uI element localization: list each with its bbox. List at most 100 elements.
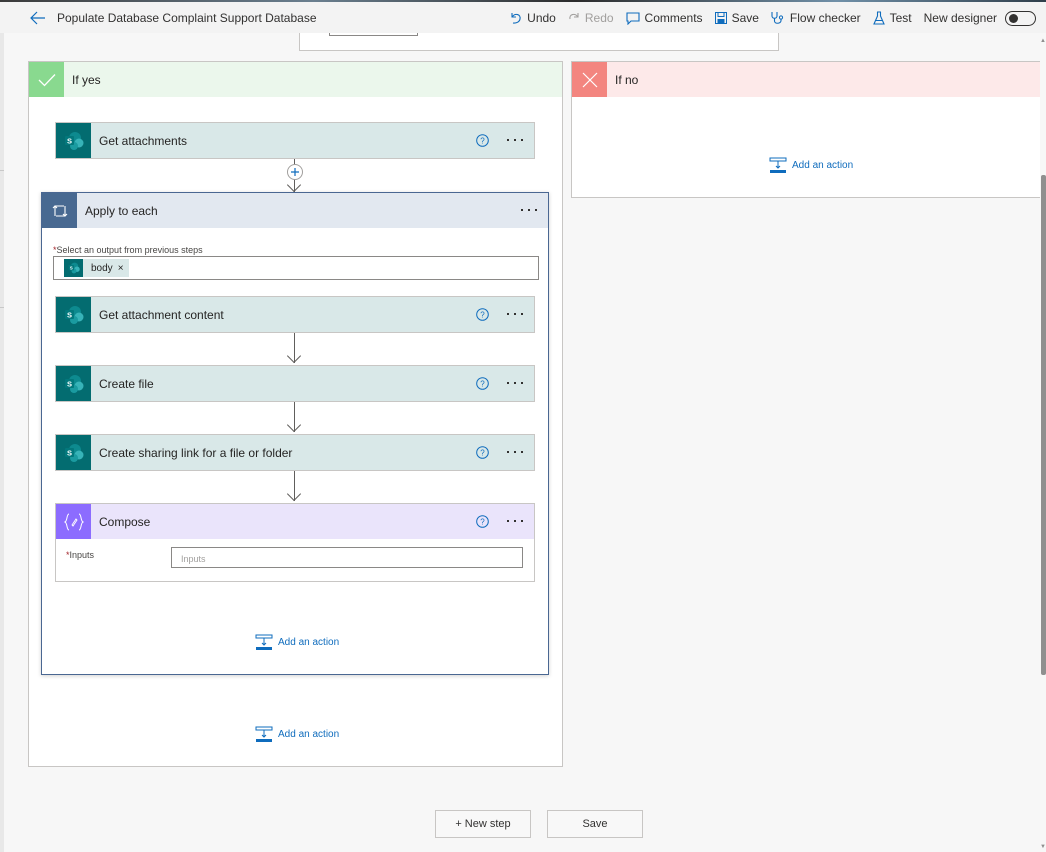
action-card-get-attachment-content[interactable]: S Get attachment content ? — [55, 296, 535, 333]
plus-icon — [291, 168, 299, 176]
save-icon — [714, 12, 727, 24]
help-icon[interactable]: ? — [476, 515, 489, 528]
more-options-icon[interactable] — [505, 514, 525, 528]
redo-label: Redo — [584, 11, 614, 25]
svg-text:S: S — [66, 310, 71, 319]
select-output-field[interactable]: S body × — [53, 256, 539, 280]
test-button[interactable]: Test — [872, 11, 912, 25]
sharepoint-icon: S — [56, 297, 91, 332]
dynamic-content-token[interactable]: S body × — [64, 259, 129, 277]
new-designer-toggle-group: New designer — [923, 10, 1036, 26]
remove-token-icon[interactable]: × — [118, 263, 124, 274]
help-icon[interactable]: ? — [476, 308, 489, 321]
help-icon[interactable]: ? — [476, 446, 489, 459]
inputs-field[interactable]: Inputs — [171, 547, 523, 568]
branch-if-no-label: If no — [615, 72, 639, 87]
close-icon — [572, 62, 607, 97]
checkmark-icon — [29, 62, 64, 97]
branch-if-no-header[interactable]: If no — [572, 62, 1046, 97]
undo-button[interactable]: Undo — [510, 11, 556, 25]
sharepoint-icon: S — [56, 366, 91, 401]
action-card-create-sharing-link[interactable]: S Create sharing link for a file or fold… — [55, 434, 535, 471]
action-card-header[interactable]: S Get attachment content ? — [56, 297, 534, 332]
apply-to-each-title: Apply to each — [85, 203, 158, 218]
save-button[interactable]: Save — [547, 810, 643, 838]
action-card-header[interactable]: S Create file ? — [56, 366, 534, 401]
more-options-icon[interactable] — [505, 133, 525, 147]
token-label: body — [91, 262, 113, 274]
redo-button[interactable]: Redo — [568, 11, 614, 25]
divider — [0, 307, 4, 308]
svg-text:?: ? — [480, 311, 485, 320]
action-title: Create sharing link for a file or folder — [99, 445, 293, 460]
action-card-header[interactable]: S Create sharing link for a file or fold… — [56, 435, 534, 470]
action-card-header[interactable]: S Get attachments ? — [56, 123, 534, 158]
svg-text:?: ? — [480, 137, 485, 146]
action-title: Get attachment content — [99, 307, 224, 322]
insert-step-button[interactable] — [287, 164, 303, 180]
help-icon[interactable]: ? — [476, 134, 489, 147]
branch-if-yes-header[interactable]: If yes — [29, 62, 562, 97]
add-action-in-loop[interactable]: Add an action — [255, 634, 339, 651]
flask-icon — [872, 11, 885, 25]
flow-checker-button[interactable]: Flow checker — [771, 11, 861, 25]
svg-text:S: S — [66, 136, 71, 145]
branch-if-no: If no — [571, 61, 1046, 198]
vertical-scrollbar[interactable]: ▲ ▼ — [1040, 33, 1046, 852]
previous-step-field — [329, 33, 418, 36]
add-action-label: Add an action — [278, 637, 340, 648]
test-label: Test — [889, 11, 912, 25]
apply-to-each-header[interactable]: Apply to each — [42, 193, 548, 228]
divider — [0, 170, 4, 171]
svg-text:S: S — [66, 379, 71, 388]
action-card-header[interactable]: Compose ? — [56, 504, 534, 539]
sharepoint-icon: S — [56, 435, 91, 470]
add-action-icon — [255, 726, 273, 742]
svg-text:?: ? — [480, 380, 485, 389]
save-toolbar-label: Save — [731, 11, 759, 25]
sharepoint-icon: S — [56, 123, 91, 158]
comments-label: Comments — [644, 11, 703, 25]
undo-label: Undo — [527, 11, 556, 25]
scrollbar-thumb[interactable] — [1041, 175, 1046, 675]
more-options-icon[interactable] — [505, 307, 525, 321]
action-title: Get attachments — [99, 133, 188, 148]
svg-text:?: ? — [480, 518, 485, 527]
previous-step-card[interactable] — [299, 33, 779, 51]
action-card-get-attachments[interactable]: S Get attachments ? — [55, 122, 535, 159]
flow-title: Populate Database Complaint Support Data… — [57, 11, 317, 25]
add-action-if-no[interactable]: Add an action — [769, 157, 853, 174]
action-card-compose[interactable]: Compose ? *Inputs Inputs — [55, 503, 535, 582]
select-output-label: *Select an output from previous steps — [53, 245, 203, 255]
new-step-button[interactable]: + New step — [435, 810, 531, 838]
help-icon[interactable]: ? — [476, 377, 489, 390]
scroll-up-icon[interactable]: ▲ — [1040, 38, 1046, 44]
add-action-label: Add an action — [278, 729, 340, 740]
new-designer-label: New designer — [923, 11, 997, 25]
inputs-label: *Inputs — [66, 550, 95, 560]
svg-text:S: S — [66, 448, 71, 457]
more-options-icon[interactable] — [505, 376, 525, 390]
action-card-create-file[interactable]: S Create file ? — [55, 365, 535, 402]
more-options-icon[interactable] — [505, 445, 525, 459]
comments-button[interactable]: Comments — [625, 11, 703, 25]
back-button[interactable] — [28, 8, 48, 28]
sharepoint-icon: S — [64, 259, 83, 277]
undo-icon — [511, 13, 521, 24]
stethoscope-icon — [771, 12, 784, 24]
add-action-icon — [769, 157, 787, 173]
command-group: Undo Redo Comments Save Flow checker Tes… — [510, 8, 1036, 28]
add-action-if-yes[interactable]: Add an action — [255, 726, 339, 743]
svg-text:?: ? — [480, 449, 485, 458]
action-title: Compose — [99, 514, 151, 529]
comment-icon — [625, 11, 640, 25]
svg-text:S: S — [69, 265, 72, 270]
more-options-icon[interactable] — [519, 203, 539, 217]
save-toolbar-button[interactable]: Save — [714, 11, 759, 25]
new-designer-toggle[interactable] — [1005, 10, 1036, 26]
add-action-icon — [255, 634, 273, 650]
scroll-down-icon[interactable]: ▼ — [1040, 844, 1046, 850]
compose-icon — [56, 504, 91, 539]
toggle-knob — [1009, 13, 1018, 23]
action-title: Create file — [99, 376, 154, 391]
